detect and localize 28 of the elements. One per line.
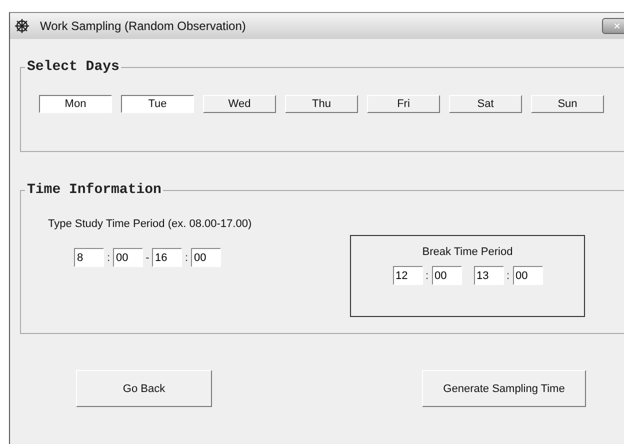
separator: : [184, 252, 189, 264]
separator: - [145, 252, 150, 264]
time-field[interactable]: 13 [474, 266, 504, 285]
generate-button[interactable]: Generate Sampling Time [422, 370, 586, 407]
back-button[interactable]: Go Back [76, 370, 212, 407]
group-title: Select Days [26, 59, 120, 75]
app-icon [14, 18, 30, 34]
day-toggle[interactable]: Tue [121, 95, 194, 113]
day-toggle[interactable]: Sat [449, 95, 522, 113]
day-toggle[interactable]: Thu [285, 95, 358, 113]
separator: : [424, 270, 430, 282]
time-field[interactable]: 12 [392, 266, 422, 285]
time-field[interactable]: 00 [113, 248, 143, 267]
group-title: Time Information [26, 182, 162, 198]
day-toggle[interactable]: Sun [531, 95, 604, 113]
day-toggle[interactable]: Fri [367, 95, 440, 113]
day-toggle[interactable]: Wed [203, 95, 276, 113]
time-field[interactable]: 00 [432, 266, 462, 285]
time-field[interactable]: 8 [74, 248, 104, 267]
break-period-label: Break Time Period [422, 246, 513, 258]
separator: : [106, 252, 111, 264]
day-toggle[interactable]: Mon [39, 95, 112, 113]
window-title: Work Sampling (Random Observation) [40, 19, 247, 33]
time-field[interactable]: 16 [152, 248, 182, 267]
time-field[interactable]: 00 [191, 248, 221, 267]
separator: : [506, 270, 510, 282]
study-period-label: Type Study Time Period (ex. 08.00-17.00) [48, 218, 252, 230]
time-field[interactable]: 00 [512, 266, 542, 285]
